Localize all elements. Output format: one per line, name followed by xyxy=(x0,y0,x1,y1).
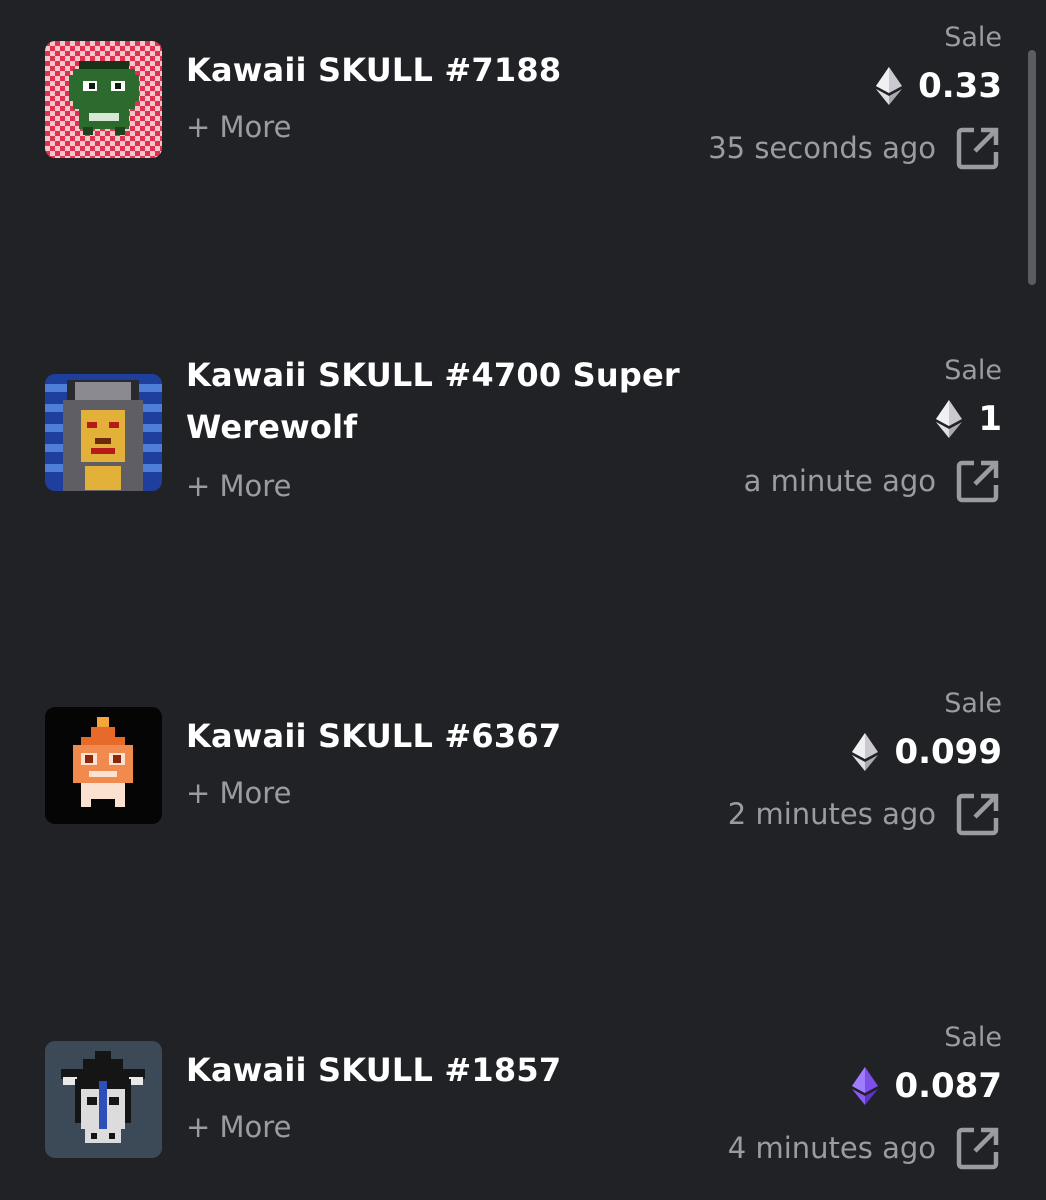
timestamp: 2 minutes ago xyxy=(727,797,936,831)
ethereum-icon xyxy=(852,733,879,771)
nft-thumbnail[interactable] xyxy=(45,374,162,491)
ethereum-icon xyxy=(852,1067,879,1105)
price: 0.087 xyxy=(852,1066,1002,1106)
price: 1 xyxy=(936,399,1002,439)
werewolf-skull-image xyxy=(45,374,162,491)
timestamp-row: 2 minutes ago xyxy=(728,790,1002,838)
external-link-icon[interactable] xyxy=(954,124,1002,172)
timestamp-row: a minute ago xyxy=(744,457,1002,505)
price-value: 0.33 xyxy=(918,66,1002,106)
external-link-icon[interactable] xyxy=(954,790,1002,838)
price-value: 1 xyxy=(978,399,1002,439)
price-value: 0.087 xyxy=(894,1066,1002,1106)
more-link[interactable]: + More xyxy=(186,776,291,810)
more-link[interactable]: + More xyxy=(186,469,291,503)
timestamp: 35 seconds ago xyxy=(708,131,936,165)
event-type-label: Sale xyxy=(944,355,1002,386)
timestamp: 4 minutes ago xyxy=(727,1131,936,1165)
green-skull-image xyxy=(45,41,162,158)
event-type-label: Sale xyxy=(944,688,1002,719)
external-link-icon[interactable] xyxy=(954,457,1002,505)
list-item[interactable]: Kawaii SKULL #7188 + More Sale 0.33 35 s… xyxy=(0,0,1046,200)
scrollbar-thumb[interactable] xyxy=(1028,50,1036,285)
list-item[interactable]: Kawaii SKULL #4700 Super Werewolf + More… xyxy=(0,333,1046,533)
item-title[interactable]: Kawaii SKULL #6367 xyxy=(186,710,686,762)
orange-skull-image xyxy=(45,707,162,824)
event-type-label: Sale xyxy=(944,22,1002,53)
list-item[interactable]: Kawaii SKULL #1857 + More Sale 0.087 4 m… xyxy=(0,1000,1046,1200)
hat-skull-image xyxy=(45,1041,162,1158)
timestamp-row: 4 minutes ago xyxy=(728,1124,1002,1172)
item-title[interactable]: Kawaii SKULL #4700 Super Werewolf xyxy=(186,349,686,453)
sales-feed: Kawaii SKULL #7188 + More Sale 0.33 35 s… xyxy=(0,0,1046,1200)
ethereum-icon xyxy=(876,67,903,105)
price: 0.099 xyxy=(852,732,1002,772)
nft-thumbnail[interactable] xyxy=(45,41,162,158)
more-link[interactable]: + More xyxy=(186,1110,291,1144)
item-title[interactable]: Kawaii SKULL #7188 xyxy=(186,44,686,96)
event-type-label: Sale xyxy=(944,1022,1002,1053)
nft-thumbnail[interactable] xyxy=(45,1041,162,1158)
timestamp-row: 35 seconds ago xyxy=(708,124,1002,172)
more-link[interactable]: + More xyxy=(186,110,291,144)
nft-thumbnail[interactable] xyxy=(45,707,162,824)
item-title[interactable]: Kawaii SKULL #1857 xyxy=(186,1044,686,1096)
price-value: 0.099 xyxy=(894,732,1002,772)
list-item[interactable]: Kawaii SKULL #6367 + More Sale 0.099 2 m… xyxy=(0,666,1046,866)
price: 0.33 xyxy=(876,66,1002,106)
ethereum-icon xyxy=(936,400,963,438)
external-link-icon[interactable] xyxy=(954,1124,1002,1172)
timestamp: a minute ago xyxy=(743,464,936,498)
